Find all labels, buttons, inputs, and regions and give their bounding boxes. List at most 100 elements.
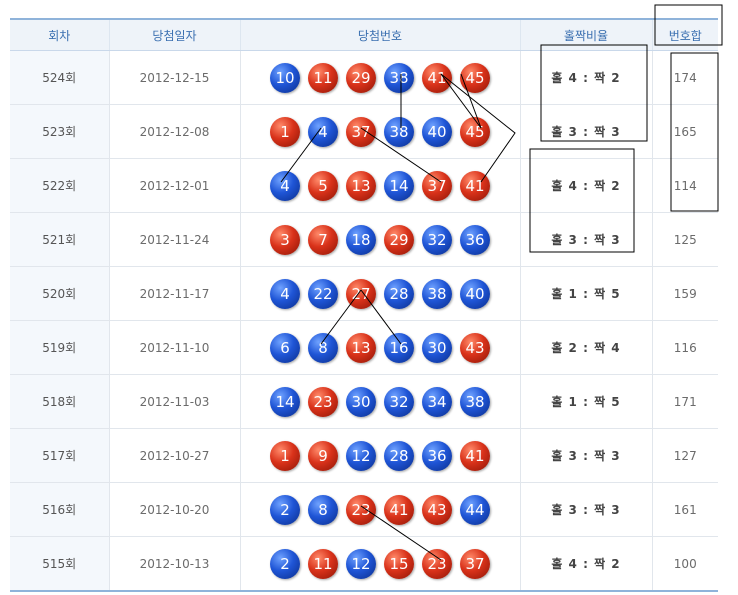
header-date: 당첨일자 — [109, 18, 241, 51]
round-cell: 520회 — [10, 266, 110, 321]
numbers-cell: 4 22 27 28 38 40 — [240, 266, 521, 321]
lotto-ball: 11 — [308, 548, 338, 579]
sum-cell: 159 — [652, 266, 718, 321]
header-sum: 번호합 — [652, 18, 718, 51]
header-odd-even-ratio: 홀짝비율 — [520, 18, 653, 51]
date-cell: 2012-12-08 — [109, 104, 241, 159]
date-cell: 2012-12-15 — [109, 50, 241, 105]
sum-cell: 100 — [652, 536, 718, 592]
lotto-ball: 28 — [384, 440, 414, 471]
numbers-cell: 1 4 37 38 40 45 — [240, 104, 521, 159]
ball-group: 10 11 29 38 41 45 — [241, 62, 520, 93]
date-cell: 2012-11-03 — [109, 374, 241, 429]
round-cell: 524회 — [10, 50, 110, 105]
odd-even-ratio-cell: 홀 1 : 짝 5 — [520, 266, 653, 321]
sum-cell: 127 — [652, 428, 718, 483]
round-cell: 517회 — [10, 428, 110, 483]
round-cell: 523회 — [10, 104, 110, 159]
lotto-ball: 29 — [384, 224, 414, 255]
lotto-ball: 11 — [308, 62, 338, 93]
lotto-ball: 37 — [460, 548, 490, 579]
lotto-ball: 13 — [346, 332, 376, 363]
date-cell: 2012-10-27 — [109, 428, 241, 483]
lotto-ball: 41 — [460, 170, 490, 201]
ball-group: 1 4 37 38 40 45 — [241, 116, 520, 147]
header-round: 회차 — [10, 18, 110, 51]
odd-even-ratio-cell: 홀 3 : 짝 3 — [520, 104, 653, 159]
table-row: 521회 2012-11-24 3 7 18 29 32 36 홀 3 : 짝 3 125 — [10, 212, 718, 267]
lotto-ball: 18 — [346, 224, 376, 255]
lotto-ball: 29 — [346, 62, 376, 93]
table-row: 520회 2012-11-17 4 22 27 28 38 40 홀 1 : 짝 5 159 — [10, 266, 718, 321]
lotto-ball: 16 — [384, 332, 414, 363]
lotto-ball: 4 — [270, 170, 300, 201]
numbers-cell: 3 7 18 29 32 36 — [240, 212, 521, 267]
odd-even-ratio-cell: 홀 1 : 짝 5 — [520, 374, 653, 429]
lotto-ball: 44 — [460, 494, 490, 525]
table-row: 515회 2012-10-13 2 11 12 15 23 37 홀 4 : 짝 2 100 — [10, 536, 718, 592]
odd-even-ratio-cell: 홀 3 : 짝 3 — [520, 212, 653, 267]
sum-cell: 125 — [652, 212, 718, 267]
lotto-ball: 30 — [422, 332, 452, 363]
lotto-ball: 23 — [308, 386, 338, 417]
lotto-ball: 3 — [270, 224, 300, 255]
lotto-ball: 1 — [270, 440, 300, 471]
lotto-ball: 8 — [308, 332, 338, 363]
date-cell: 2012-11-10 — [109, 320, 241, 375]
lotto-ball: 38 — [384, 116, 414, 147]
lotto-ball: 38 — [422, 278, 452, 309]
sum-cell: 114 — [652, 158, 718, 213]
round-cell: 518회 — [10, 374, 110, 429]
sum-cell: 165 — [652, 104, 718, 159]
ball-group: 2 8 23 41 43 44 — [241, 494, 520, 525]
sum-cell: 174 — [652, 50, 718, 105]
lotto-ball: 23 — [346, 494, 376, 525]
odd-even-ratio-cell: 홀 4 : 짝 2 — [520, 536, 653, 592]
numbers-cell: 1 9 12 28 36 41 — [240, 428, 521, 483]
odd-even-ratio-cell: 홀 4 : 짝 2 — [520, 158, 653, 213]
lotto-ball: 13 — [346, 170, 376, 201]
sum-cell: 171 — [652, 374, 718, 429]
odd-even-ratio-cell: 홀 4 : 짝 2 — [520, 50, 653, 105]
ball-group: 4 22 27 28 38 40 — [241, 278, 520, 309]
lotto-ball: 40 — [422, 116, 452, 147]
lotto-ball: 9 — [308, 440, 338, 471]
sum-cell: 116 — [652, 320, 718, 375]
lotto-ball: 6 — [270, 332, 300, 363]
lotto-ball: 43 — [422, 494, 452, 525]
lotto-ball: 22 — [308, 278, 338, 309]
ball-group: 6 8 13 16 30 43 — [241, 332, 520, 363]
ball-group: 2 11 12 15 23 37 — [241, 548, 520, 579]
lotto-ball: 45 — [460, 116, 490, 147]
ball-group: 1 9 12 28 36 41 — [241, 440, 520, 471]
sum-cell: 161 — [652, 482, 718, 537]
round-cell: 521회 — [10, 212, 110, 267]
lotto-ball: 32 — [422, 224, 452, 255]
header-numbers: 당첨번호 — [240, 18, 521, 51]
lotto-ball: 36 — [460, 224, 490, 255]
lotto-ball: 37 — [422, 170, 452, 201]
lotto-ball: 23 — [422, 548, 452, 579]
lotto-ball: 43 — [460, 332, 490, 363]
lotto-ball: 10 — [270, 62, 300, 93]
odd-even-ratio-cell: 홀 2 : 짝 4 — [520, 320, 653, 375]
numbers-cell: 2 11 12 15 23 37 — [240, 536, 521, 592]
table-row: 518회 2012-11-03 14 23 30 32 34 38 홀 1 : 짝 5 171 — [10, 374, 718, 429]
lotto-ball: 8 — [308, 494, 338, 525]
table-row: 523회 2012-12-08 1 4 37 38 40 45 홀 3 : 짝 3 165 — [10, 104, 718, 159]
lotto-ball: 41 — [460, 440, 490, 471]
lotto-ball: 5 — [308, 170, 338, 201]
lotto-ball: 4 — [270, 278, 300, 309]
lotto-ball: 2 — [270, 494, 300, 525]
round-cell: 516회 — [10, 482, 110, 537]
table-row: 517회 2012-10-27 1 9 12 28 36 41 홀 3 : 짝 3 127 — [10, 428, 718, 483]
lotto-ball: 4 — [308, 116, 338, 147]
ball-group: 4 5 13 14 37 41 — [241, 170, 520, 201]
lotto-ball: 36 — [422, 440, 452, 471]
lotto-results-table: 회차 당첨일자 당첨번호 홀짝비율 번호합 524회 2012-12-15 10 11… — [10, 18, 718, 592]
lotto-ball: 14 — [270, 386, 300, 417]
lotto-ball: 38 — [460, 386, 490, 417]
lotto-results-panel: 회차 당첨일자 당첨번호 홀짝비율 번호합 524회 2012-12-15 10 11… — [10, 18, 718, 592]
numbers-cell: 6 8 13 16 30 43 — [240, 320, 521, 375]
numbers-cell: 10 11 29 38 41 45 — [240, 50, 521, 105]
